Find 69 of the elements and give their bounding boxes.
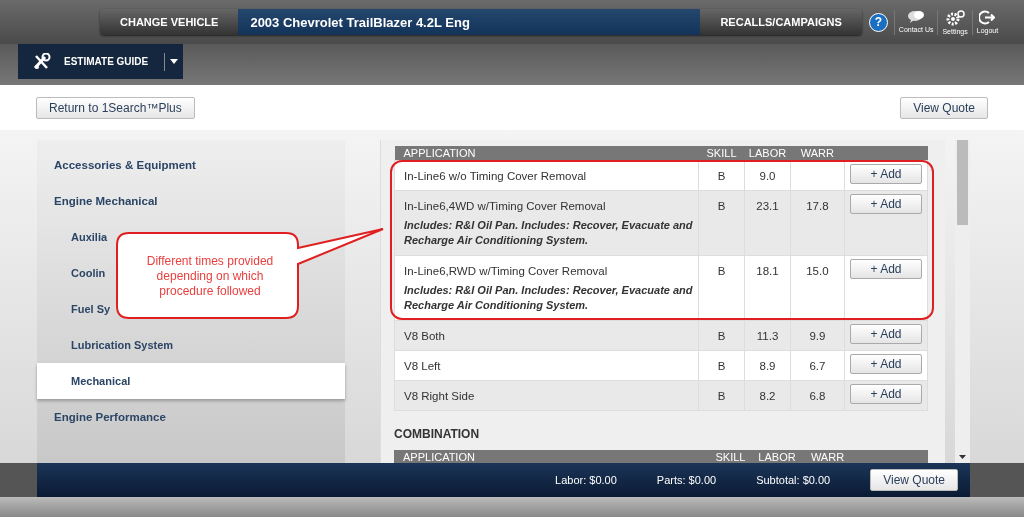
sidebar-item[interactable]: Lubrication System <box>71 339 174 351</box>
section-title: COMBINATION <box>394 427 481 441</box>
labor-value: 18.1 <box>756 265 779 277</box>
total-text: Subtotal: $0.00 <box>756 474 831 486</box>
view-quote-button[interactable]: View Quote <box>900 96 988 119</box>
scroll-down-icon[interactable] <box>959 455 966 459</box>
estimate-guide-tab[interactable]: ESTIMATE GUIDE <box>18 44 183 79</box>
labor-value: 11.3 <box>756 330 779 342</box>
gear-icon <box>945 9 966 26</box>
add-button[interactable]: + Add <box>850 354 922 374</box>
skill-value: B <box>717 200 726 212</box>
add-button[interactable]: + Add <box>850 324 922 344</box>
labor-value: 8.2 <box>759 390 776 402</box>
sidebar-item[interactable]: Accessories & Equipment <box>54 159 196 171</box>
application-name: V8 Right Side <box>404 389 476 403</box>
add-button[interactable]: + Add <box>850 194 922 214</box>
note-text: Includes: R&I Oil Pan. Includes: Recover, Evacuate and Recharge Air Conditioning System. <box>404 218 694 248</box>
total-text: Parts: $0.00 <box>656 474 717 486</box>
change-vehicle-button[interactable]: CHANGE VEHICLE <box>100 9 239 35</box>
warranty-value: 6.7 <box>809 360 826 372</box>
column-header: APPLICATION <box>394 146 699 161</box>
scroll-thumb[interactable] <box>957 140 968 225</box>
column-header: SKILL <box>707 450 754 463</box>
skill-value: B <box>717 170 726 182</box>
labor-value: 23.1 <box>756 200 779 212</box>
column-header: SKILL <box>698 146 745 161</box>
labor-value: 9.0 <box>759 170 776 182</box>
application-name: In-Line6 w/o Timing Cover Removal <box>404 169 588 183</box>
chat-icon <box>907 9 926 24</box>
warranty-value: 15.0 <box>806 265 829 277</box>
caret-icon[interactable] <box>170 59 178 64</box>
column-header: WARR <box>790 146 845 161</box>
sidebar-item[interactable]: Engine Performance <box>54 411 166 423</box>
vehicle-name: 2003 Chevrolet TrailBlazer 4.2L Eng <box>238 9 701 35</box>
application-name: V8 Left <box>404 359 442 373</box>
add-button[interactable]: + Add <box>850 259 922 279</box>
application-name: V8 Both <box>404 329 446 343</box>
tab-label: ESTIMATE GUIDE <box>64 56 149 67</box>
skill-value: B <box>717 330 726 342</box>
warranty-value: 9.9 <box>809 330 826 342</box>
warranty-value: 6.8 <box>809 390 826 402</box>
skill-value: B <box>717 265 726 277</box>
total-text: Labor: $0.00 <box>555 474 617 486</box>
column-header: WARR <box>800 450 855 463</box>
column-header: LABOR <box>744 146 791 161</box>
view-quote-button[interactable]: View Quote <box>870 469 958 491</box>
labor-value: 8.9 <box>759 360 776 372</box>
note-text: Includes: R&I Oil Pan. Includes: Recover, Evacuate and Recharge Air Conditioning System. <box>404 283 694 313</box>
add-button[interactable]: + Add <box>850 384 922 404</box>
sidebar-item[interactable]: Mechanical <box>37 363 345 399</box>
callout-text: Different times provided depending on which procedure followed <box>145 254 275 299</box>
sidebar-item[interactable]: Fuel Sy <box>71 303 111 315</box>
sidebar-item[interactable]: Auxilia <box>71 231 108 243</box>
column-header: LABOR <box>754 450 800 463</box>
scrollbar[interactable] <box>955 140 970 463</box>
return-button[interactable]: Return to 1Search™Plus <box>36 96 195 119</box>
sidebar-item[interactable]: Engine Mechanical <box>54 195 158 207</box>
skill-value: B <box>717 390 726 402</box>
warranty-value: 17.8 <box>806 200 829 212</box>
tools-icon <box>32 52 52 71</box>
application-name: In-Line6,4WD w/Timing Cover Removal <box>404 199 607 213</box>
recalls-button[interactable]: RECALLS/CAMPAIGNS <box>700 9 862 35</box>
application-name: In-Line6,RWD w/Timing Cover Removal <box>404 264 609 278</box>
help-icon[interactable]: ? <box>868 12 888 32</box>
skill-value: B <box>717 360 726 372</box>
add-button[interactable]: + Add <box>850 164 922 184</box>
logout-icon <box>979 9 996 25</box>
sidebar-item[interactable]: Coolin <box>71 267 106 279</box>
column-header: APPLICATION <box>394 450 707 463</box>
